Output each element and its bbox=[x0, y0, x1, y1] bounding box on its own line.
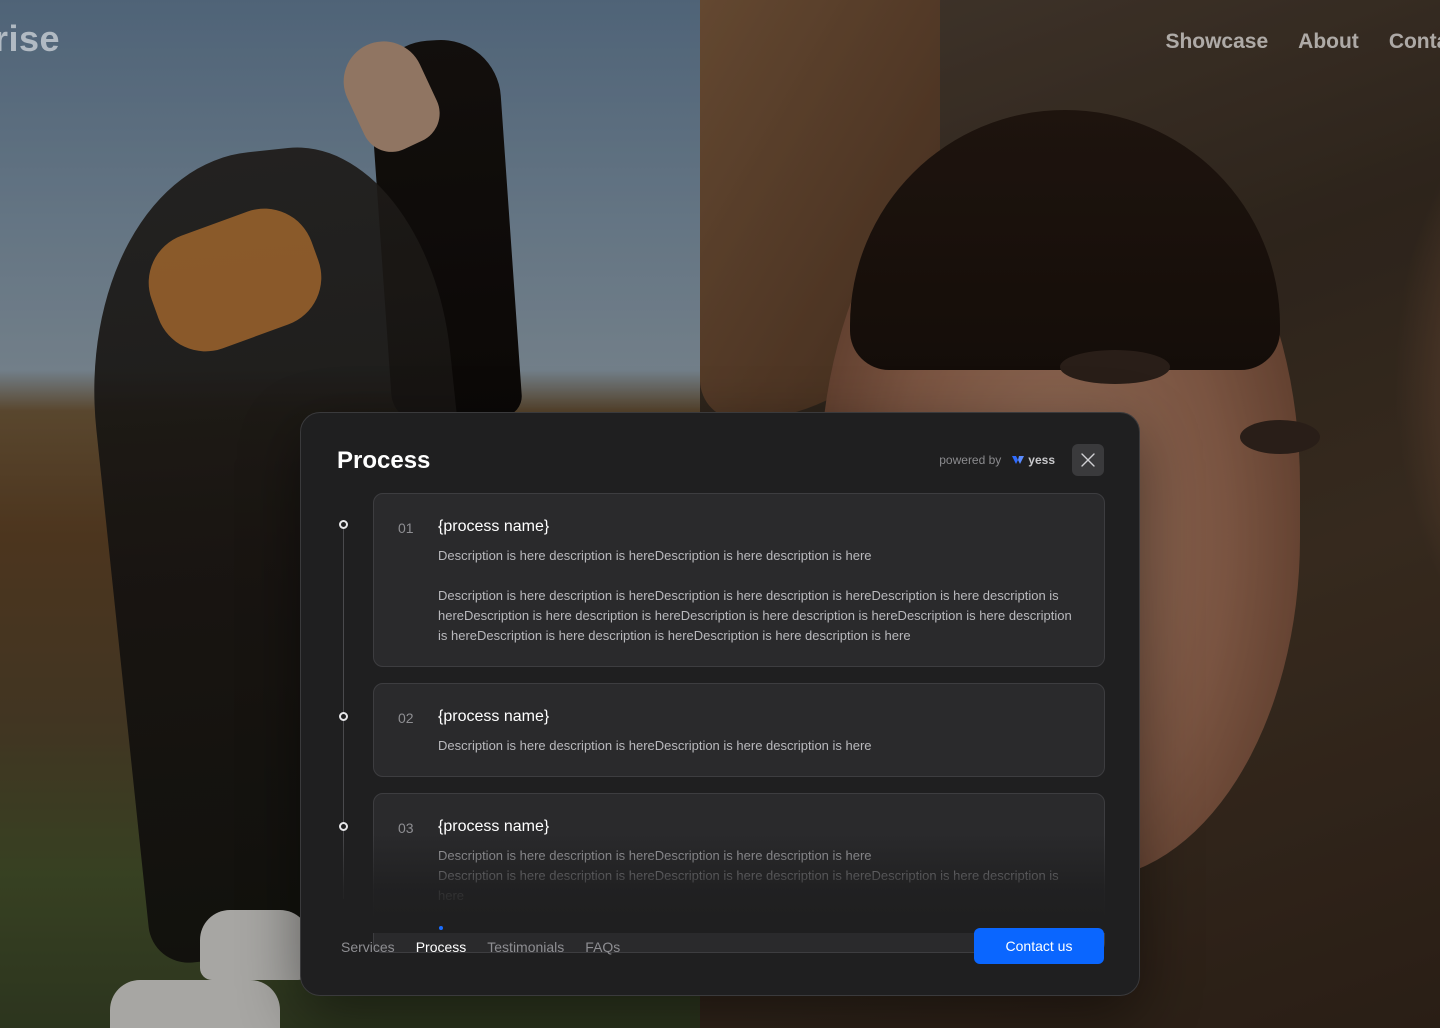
site-logo[interactable]: rise bbox=[0, 18, 60, 60]
process-step-2[interactable]: 02 {process name} Description is here de… bbox=[373, 683, 1105, 777]
contact-us-button[interactable]: Contact us bbox=[974, 928, 1104, 964]
yess-brand[interactable]: yess bbox=[1011, 453, 1055, 467]
tab-process[interactable]: Process bbox=[416, 926, 466, 955]
close-button[interactable] bbox=[1072, 444, 1104, 476]
process-modal: Process powered by yess 01 {process name… bbox=[300, 412, 1140, 996]
process-step-1[interactable]: 01 {process name} Description is here de… bbox=[373, 493, 1105, 667]
step-name: {process name} bbox=[438, 518, 550, 535]
timeline-dot-2 bbox=[339, 712, 348, 721]
modal-title: Process bbox=[337, 447, 431, 474]
powered-by: powered by yess bbox=[939, 453, 1055, 467]
close-icon bbox=[1081, 453, 1095, 467]
step-description: Description is here description is hereD… bbox=[438, 848, 1059, 903]
timeline-dot-1 bbox=[339, 520, 348, 529]
tab-faqs[interactable]: FAQs bbox=[585, 939, 620, 955]
yess-brand-text: yess bbox=[1028, 453, 1055, 467]
step-description: Description is here description is hereD… bbox=[438, 548, 1072, 643]
nav-about[interactable]: About bbox=[1298, 30, 1359, 54]
step-name: {process name} bbox=[438, 818, 550, 835]
site-nav: Showcase About Contac bbox=[1165, 30, 1440, 54]
timeline-dot-3 bbox=[339, 822, 348, 831]
step-number: 03 bbox=[398, 820, 414, 836]
step-number: 01 bbox=[398, 520, 414, 536]
powered-by-label: powered by bbox=[939, 453, 1002, 467]
nav-showcase[interactable]: Showcase bbox=[1165, 30, 1268, 54]
nav-contact[interactable]: Contac bbox=[1389, 30, 1440, 54]
tab-services[interactable]: Services bbox=[341, 939, 395, 955]
step-number: 02 bbox=[398, 710, 414, 726]
step-name: {process name} bbox=[438, 708, 550, 725]
yess-logo-icon bbox=[1012, 456, 1025, 464]
modal-tabs: Services Process Testimonials FAQs bbox=[341, 926, 620, 955]
tab-testimonials[interactable]: Testimonials bbox=[487, 939, 564, 955]
step-description: Description is here description is hereD… bbox=[438, 738, 872, 753]
